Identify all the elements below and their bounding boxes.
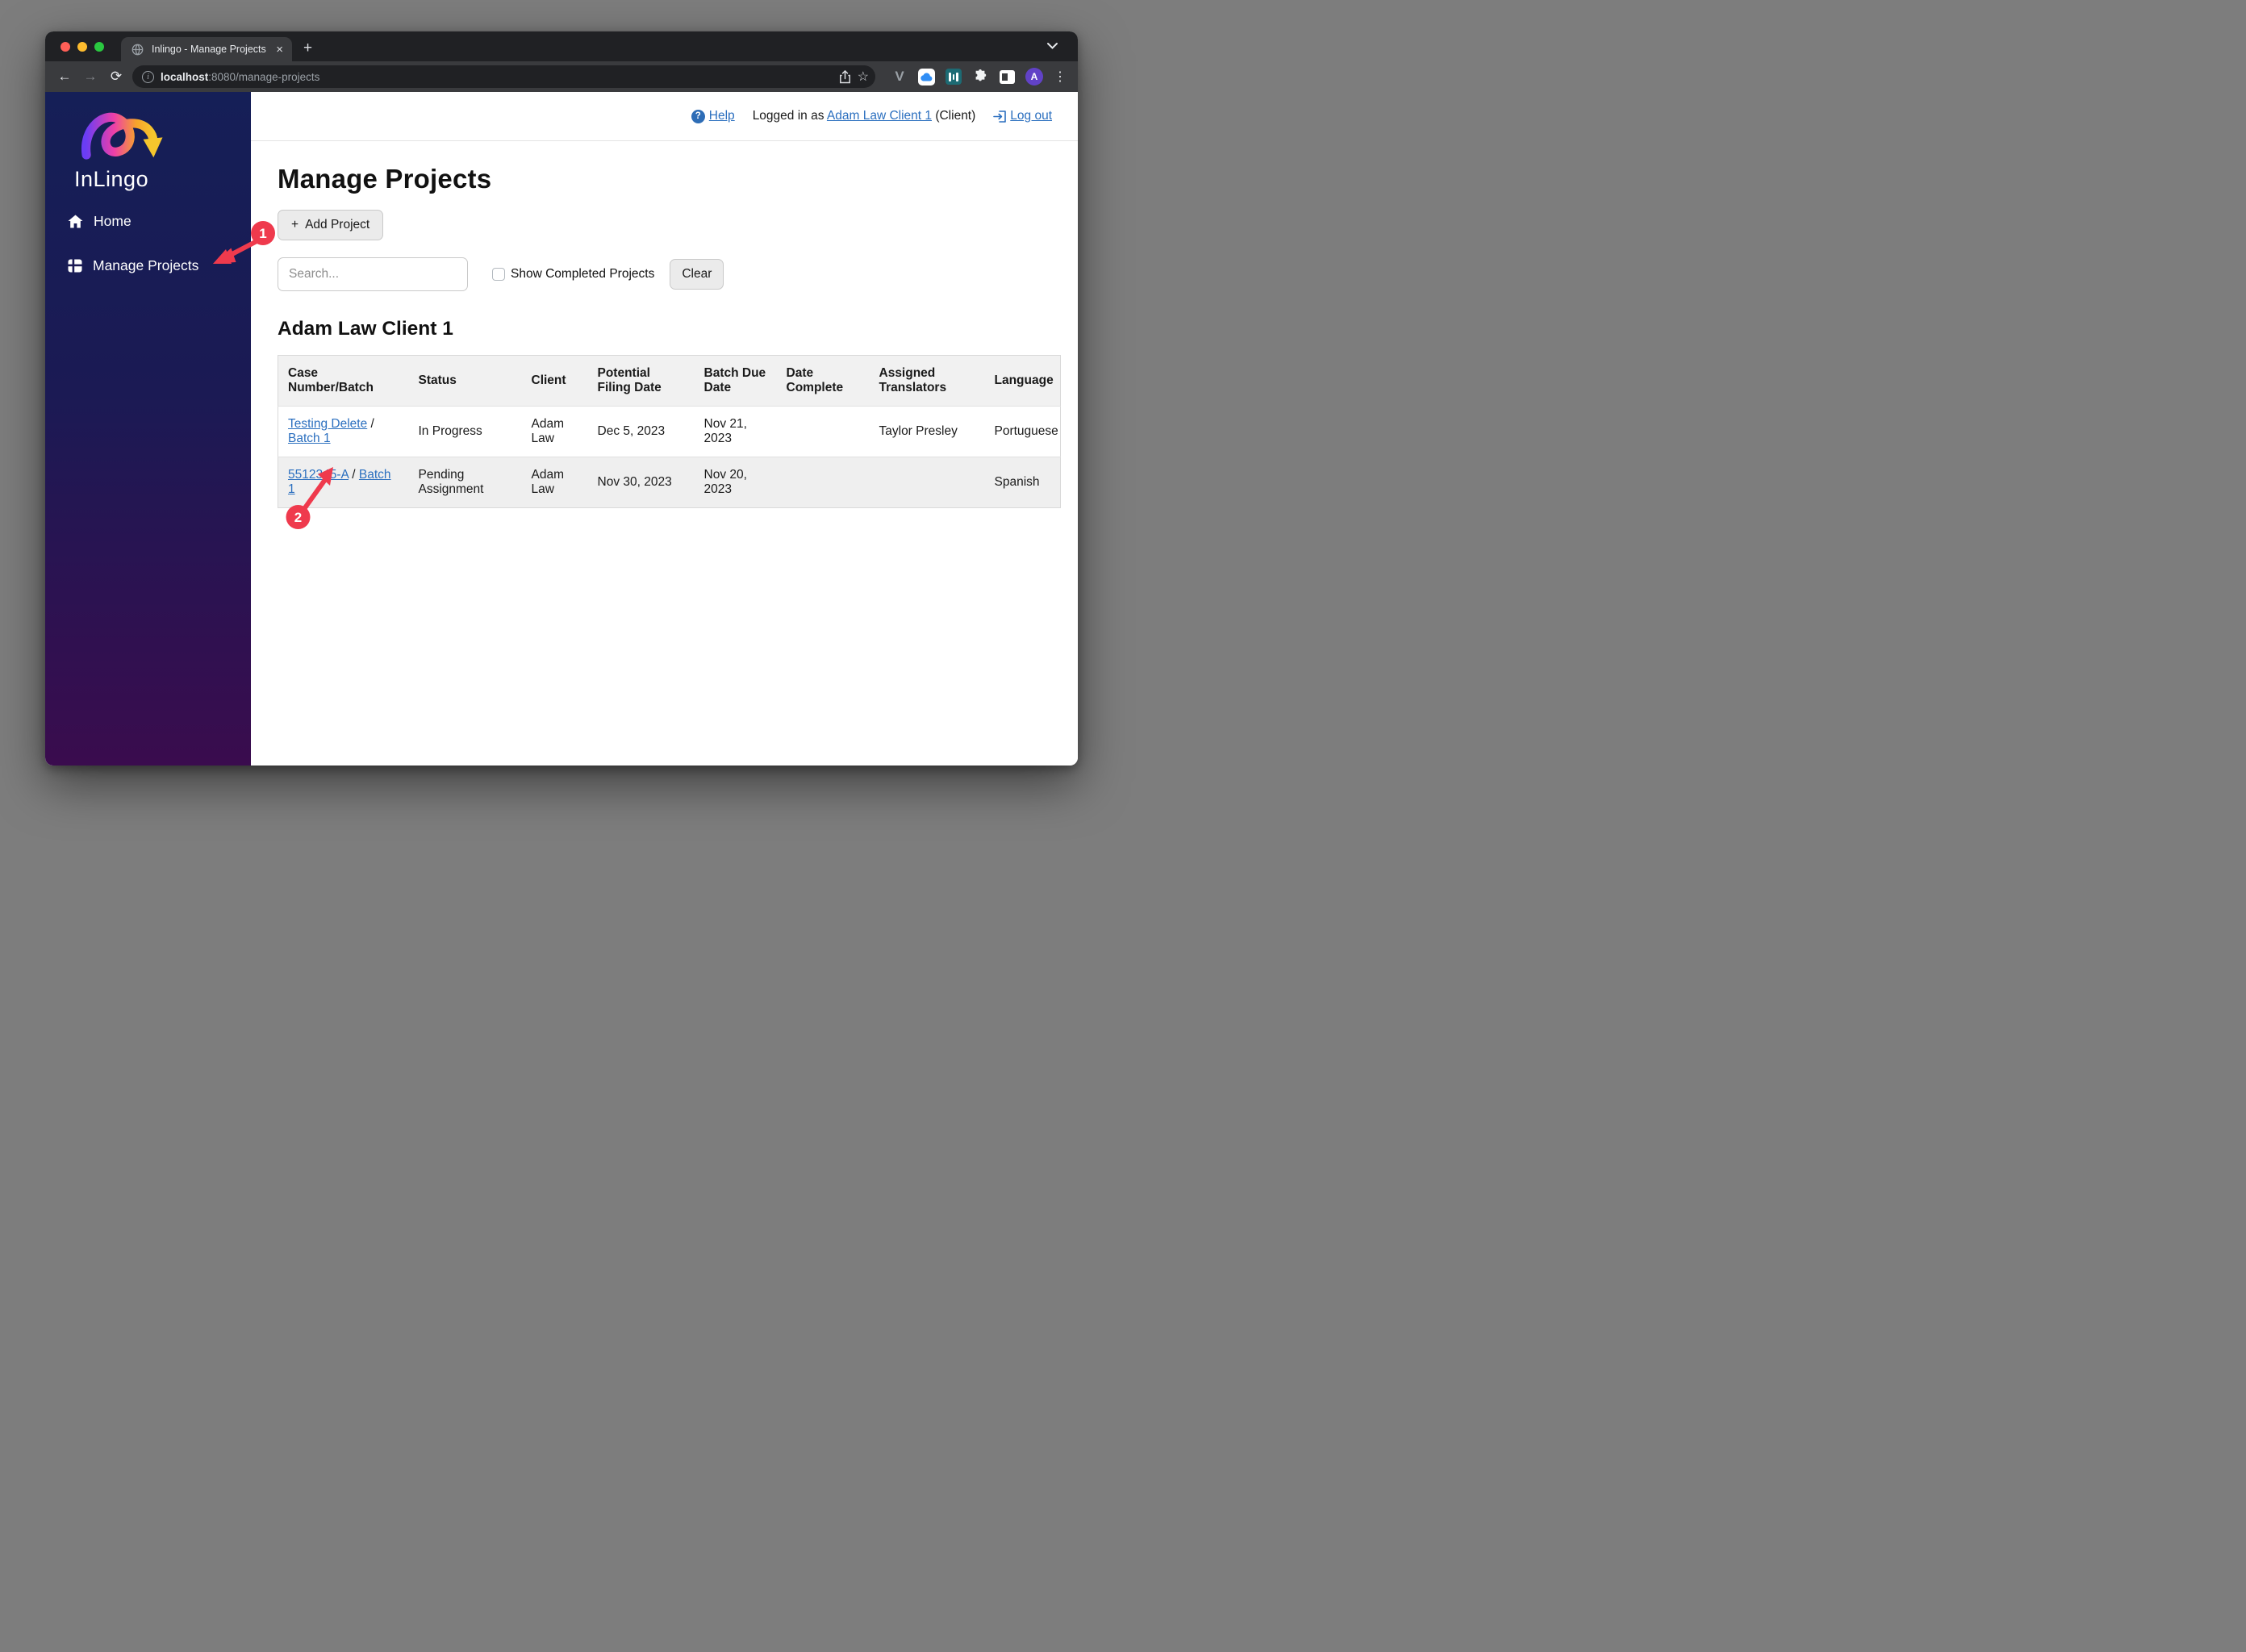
log-out-link[interactable]: Log out	[993, 109, 1052, 123]
site-info-icon[interactable]: i	[142, 70, 154, 83]
case-link[interactable]: 5512345-A	[288, 468, 349, 482]
user-role: (Client)	[935, 109, 976, 123]
user-profile-link[interactable]: Adam Law Client 1	[827, 109, 932, 123]
log-out-label[interactable]: Log out	[1010, 109, 1052, 123]
projects-table-body: Testing Delete / Batch 1 In Progress Adam …	[278, 406, 1061, 508]
main-area: ? Help Logged in as Adam Law Client 1 (C…	[251, 92, 1078, 766]
browser-tab[interactable]: Inlingo - Manage Projects ×	[121, 37, 292, 61]
sidebar-item-label: Home	[94, 213, 132, 229]
logged-in-prefix: Logged in as	[752, 109, 825, 123]
batch-due-date-cell: Nov 20, 2023	[703, 468, 747, 496]
help-label[interactable]: Help	[709, 109, 735, 123]
case-number-batch-cell: Testing Delete / Batch 1	[288, 417, 374, 445]
column-header: Client	[521, 355, 588, 407]
show-completed-checkbox[interactable]	[492, 268, 505, 281]
log-out-icon	[993, 110, 1007, 123]
language-cell: Spanish	[994, 475, 1040, 489]
inlingo-swirl-icon	[81, 112, 163, 160]
projects-table: Case Number/Batch Status Client Potential F…	[278, 355, 1061, 508]
column-header: Date Complete	[776, 355, 870, 407]
table-row: 5512345-A / Batch 1 Pending Assignment Ada…	[278, 457, 1061, 508]
forward-button[interactable]: →	[79, 65, 102, 88]
table-header-row: Case Number/Batch Status Client Potential F…	[278, 355, 1061, 407]
bookmark-star-icon[interactable]: ☆	[858, 69, 869, 85]
show-completed-checkbox-row[interactable]: Show Completed Projects	[492, 267, 654, 282]
add-project-label: Add Project	[305, 218, 370, 232]
browser-menu-icon[interactable]: ⋮	[1054, 69, 1067, 85]
profile-avatar[interactable]: A	[1025, 68, 1043, 86]
column-header: Batch Due Date	[694, 355, 777, 407]
tab-search-chevron-icon[interactable]	[1046, 40, 1058, 54]
side-panel-icon[interactable]	[999, 69, 1015, 85]
minimize-window-button[interactable]	[77, 42, 87, 52]
column-header: Case Number/Batch	[278, 355, 409, 407]
tab-close-icon[interactable]: ×	[273, 44, 286, 56]
column-header: Assigned Translators	[869, 355, 985, 407]
password-manager-icon[interactable]	[946, 69, 962, 85]
assigned-translators-cell	[870, 457, 985, 508]
url-text[interactable]: localhost:8080/manage-projects	[161, 71, 833, 83]
page: InLingo Home Manage Projects ? Help Logg…	[45, 92, 1078, 766]
new-tab-button[interactable]: +	[303, 40, 312, 61]
search-input[interactable]	[278, 257, 468, 291]
close-window-button[interactable]	[61, 42, 70, 52]
column-header: Potential Filing Date	[587, 355, 695, 407]
batch-link[interactable]: Batch 1	[288, 432, 331, 445]
icloud-icon[interactable]	[918, 68, 935, 86]
client-cell: Adam Law	[531, 468, 565, 496]
language-cell: Portuguese	[994, 424, 1058, 438]
zoom-window-button[interactable]	[94, 42, 104, 52]
show-completed-label: Show Completed Projects	[511, 267, 655, 281]
share-icon[interactable]	[839, 69, 851, 84]
brand-logo: InLingo	[68, 103, 251, 192]
logged-in-text: Logged in as Adam Law Client 1 (Client)	[753, 109, 976, 123]
batch-due-date-cell: Nov 21, 2023	[703, 417, 747, 445]
brand-name: InLingo	[74, 167, 149, 191]
extensions-puzzle-icon[interactable]	[972, 69, 988, 85]
app-header: ? Help Logged in as Adam Law Client 1 (C…	[251, 92, 1078, 141]
globe-favicon-icon	[129, 41, 145, 57]
date-complete-cell	[777, 407, 870, 457]
extension-icons: V A ⋮	[883, 68, 1070, 86]
vue-devtools-icon[interactable]: V	[891, 69, 908, 85]
clear-button[interactable]: Clear	[670, 259, 724, 290]
sidebar: InLingo Home Manage Projects	[45, 92, 251, 766]
status-cell: Pending Assignment	[418, 468, 484, 496]
reload-button[interactable]: ⟳	[105, 65, 127, 88]
table-row: Testing Delete / Batch 1 In Progress Adam …	[278, 406, 1061, 457]
potential-filing-date-cell: Dec 5, 2023	[597, 424, 666, 438]
column-header: Status	[408, 355, 522, 407]
tab-strip: Inlingo - Manage Projects × +	[45, 31, 1078, 61]
address-bar[interactable]: i localhost:8080/manage-projects ☆	[132, 65, 875, 88]
url-host: localhost	[161, 70, 209, 83]
help-question-icon: ?	[691, 109, 705, 123]
assigned-translators-cell: Taylor Presley	[879, 424, 958, 438]
column-header: Language	[984, 355, 1061, 407]
browser-window: Inlingo - Manage Projects × + ← → ⟳ i lo…	[45, 31, 1078, 766]
plus-icon: +	[291, 218, 299, 232]
case-number-batch-cell: 5512345-A / Batch 1	[288, 468, 391, 496]
filter-row: Show Completed Projects Clear	[278, 257, 1060, 291]
sidebar-item-manage-projects[interactable]: Manage Projects	[68, 257, 251, 274]
date-complete-cell	[777, 457, 870, 508]
case-link[interactable]: Testing Delete	[288, 417, 367, 431]
traffic-lights	[61, 42, 104, 52]
manage-projects-icon	[68, 259, 82, 273]
help-link[interactable]: ? Help	[691, 109, 735, 123]
sidebar-item-home[interactable]: Home	[68, 213, 251, 230]
back-button[interactable]: ←	[53, 65, 76, 88]
page-title: Manage Projects	[278, 164, 492, 194]
content: Manage Projects + Add Project Show Compl…	[251, 141, 1078, 508]
client-cell: Adam Law	[531, 417, 565, 445]
sidebar-item-label: Manage Projects	[93, 257, 199, 273]
add-project-button[interactable]: + Add Project	[278, 210, 384, 240]
home-icon	[68, 215, 83, 228]
browser-toolbar: ← → ⟳ i localhost:8080/manage-projects ☆…	[45, 61, 1078, 92]
client-section-title: Adam Law Client 1	[278, 318, 453, 340]
url-path: :8080/manage-projects	[208, 70, 320, 83]
status-cell: In Progress	[418, 424, 482, 438]
tab-title: Inlingo - Manage Projects	[152, 44, 266, 55]
potential-filing-date-cell: Nov 30, 2023	[597, 475, 672, 489]
